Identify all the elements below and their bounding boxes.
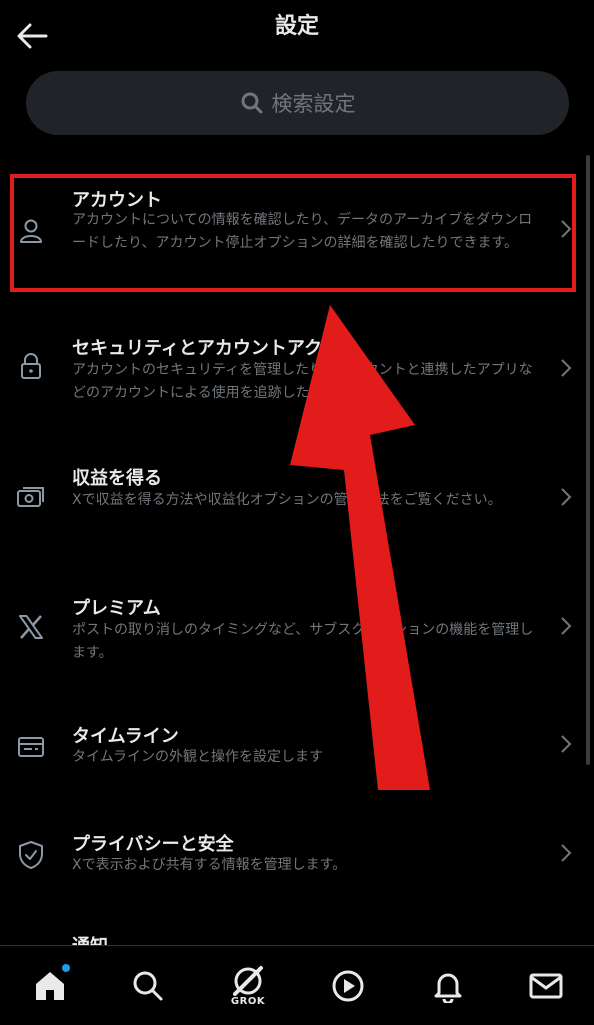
nav-messages[interactable] bbox=[516, 946, 576, 1025]
settings-item-premium[interactable]: プレミアム ポストの取り消しのタイミングなど、サブスクリプションの機能を管理しま… bbox=[0, 590, 580, 670]
shield-icon bbox=[16, 840, 46, 870]
settings-item-title: 収益を得る bbox=[72, 468, 162, 489]
play-icon bbox=[332, 970, 364, 1001]
settings-item-description: タイムラインの外観と操作を設定します bbox=[72, 749, 324, 765]
chevron-right-icon bbox=[556, 841, 576, 865]
chevron-right-icon bbox=[556, 356, 576, 380]
nav-grok[interactable]: GROK bbox=[218, 946, 278, 1025]
settings-item-privacy[interactable]: プライバシーと安全 Xで表示および共有する情報を管理します。 bbox=[0, 828, 580, 888]
settings-item-title: プライバシーと安全 bbox=[72, 834, 234, 855]
chevron-right-icon bbox=[556, 485, 576, 509]
settings-item-account[interactable]: アカウント アカウントについての情報を確認したり、データのアーカイブをダウンロー… bbox=[0, 180, 580, 290]
person-icon bbox=[16, 216, 46, 246]
nav-notifications[interactable] bbox=[418, 946, 478, 1025]
settings-item-description: アカウントのセキュリティを管理したり、アカウントと連携したアプリなどのアカウント… bbox=[72, 362, 533, 401]
money-icon bbox=[16, 482, 46, 512]
nav-search[interactable] bbox=[118, 946, 178, 1025]
lock-icon bbox=[16, 351, 46, 381]
settings-item-monetization[interactable]: 収益を得る Xで収益を得る方法や収益化オプションの管理方法をご覧ください。 bbox=[0, 460, 580, 540]
settings-item-title: セキュリティとアカウントアクセス bbox=[72, 338, 359, 359]
settings-item-description: Xで収益を得る方法や収益化オプションの管理方法をご覧ください。 bbox=[72, 492, 502, 508]
grok-label: GROK bbox=[230, 996, 266, 1007]
scrollbar[interactable] bbox=[586, 155, 590, 765]
search-input[interactable]: 検索設定 bbox=[26, 71, 569, 135]
settings-item-description: アカウントについての情報を確認したり、データのアーカイブをダウンロードしたり、ア… bbox=[72, 212, 533, 251]
settings-item-title: タイムライン bbox=[72, 726, 179, 747]
settings-item-description: Xで表示および共有する情報を管理します。 bbox=[72, 857, 347, 873]
page-title: 設定 bbox=[274, 14, 319, 39]
search-icon bbox=[241, 92, 262, 114]
home-icon bbox=[36, 971, 64, 1000]
settings-item-description: ポストの取り消しのタイミングなど、サブスクリプションの機能を管理します。 bbox=[72, 622, 534, 661]
mail-icon bbox=[529, 973, 563, 998]
bottom-nav: GROK bbox=[0, 945, 594, 1025]
settings-item-title: プレミアム bbox=[72, 598, 161, 619]
chevron-right-icon bbox=[556, 732, 576, 756]
nav-home[interactable] bbox=[20, 946, 80, 1025]
settings-item-security[interactable]: セキュリティとアカウントアクセス アカウントのセキュリティを管理したり、アカウン… bbox=[0, 330, 580, 410]
header: 設定 検索設定 bbox=[0, 0, 594, 150]
notification-dot bbox=[62, 964, 70, 972]
chevron-right-icon bbox=[556, 217, 576, 241]
timeline-icon bbox=[16, 732, 46, 762]
chevron-right-icon bbox=[556, 614, 576, 638]
x-logo-icon bbox=[16, 612, 46, 642]
search-icon bbox=[133, 971, 163, 1000]
settings-item-timeline[interactable]: タイムライン タイムラインの外観と操作を設定します bbox=[0, 718, 580, 778]
nav-video[interactable] bbox=[318, 946, 378, 1025]
search-placeholder: 検索設定 bbox=[271, 92, 356, 116]
grok-icon bbox=[233, 966, 263, 996]
bell-icon bbox=[434, 973, 462, 1003]
